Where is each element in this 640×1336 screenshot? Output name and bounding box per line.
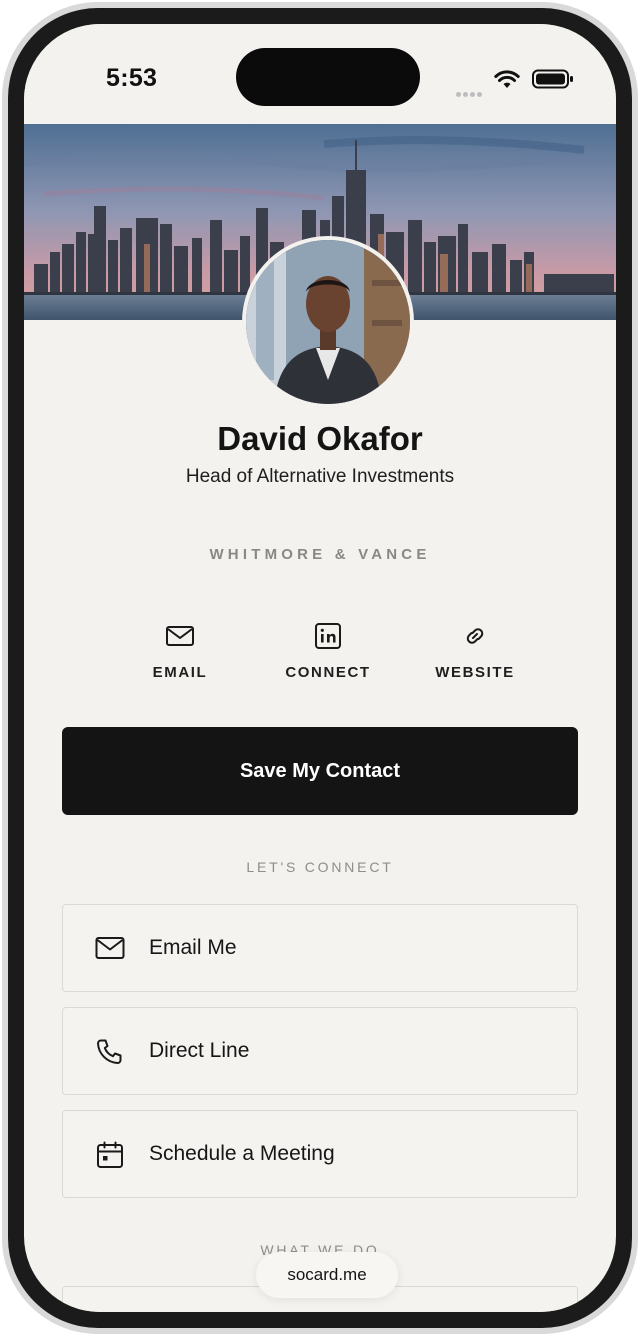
battery-icon	[532, 69, 573, 89]
status-time: 5:53	[106, 64, 158, 92]
quick-action-email-label: EMAIL	[152, 664, 208, 681]
quick-action-connect[interactable]: CONNECT	[253, 620, 403, 681]
wifi-icon	[494, 70, 520, 88]
direct-line-label: Direct Line	[149, 1039, 250, 1062]
dynamic-island	[236, 48, 420, 106]
save-contact-button[interactable]: Save My Contact	[62, 727, 578, 815]
email-me-row[interactable]: Email Me	[62, 904, 578, 992]
phone-frame: 5:53 David Okafor Head of Alternative In…	[2, 2, 638, 1334]
profile-name: David Okafor	[217, 420, 423, 457]
email-me-label: Email Me	[149, 936, 237, 959]
phone-bezel: 5:53 David Okafor Head of Alternative In…	[8, 8, 632, 1328]
schedule-meeting-label: Schedule a Meeting	[149, 1142, 335, 1165]
quick-action-website-label: WEBSITE	[435, 664, 515, 681]
quick-action-connect-label: CONNECT	[285, 664, 371, 681]
direct-line-row[interactable]: Direct Line	[62, 1007, 578, 1095]
domain-badge[interactable]: socard.me	[256, 1252, 398, 1298]
status-bar: 5:53	[24, 24, 616, 124]
company-name: WHITMORE & VANCE	[209, 546, 431, 563]
lets-connect-heading: LET'S CONNECT	[246, 859, 394, 875]
calendar-icon	[97, 1141, 123, 1168]
phone-icon	[97, 1039, 122, 1064]
schedule-meeting-row[interactable]: Schedule a Meeting	[62, 1110, 578, 1198]
cellular-signal-icon	[456, 84, 486, 97]
profile-title: Head of Alternative Investments	[185, 466, 455, 487]
mail-icon	[166, 626, 194, 646]
link-icon	[466, 628, 484, 644]
quick-action-website[interactable]: WEBSITE	[400, 620, 550, 681]
screen: 5:53 David Okafor Head of Alternative In…	[24, 24, 616, 1312]
linkedin-icon	[315, 623, 341, 649]
mail-icon	[95, 937, 125, 959]
quick-action-email[interactable]: EMAIL	[105, 620, 255, 681]
profile-photo	[242, 236, 414, 408]
